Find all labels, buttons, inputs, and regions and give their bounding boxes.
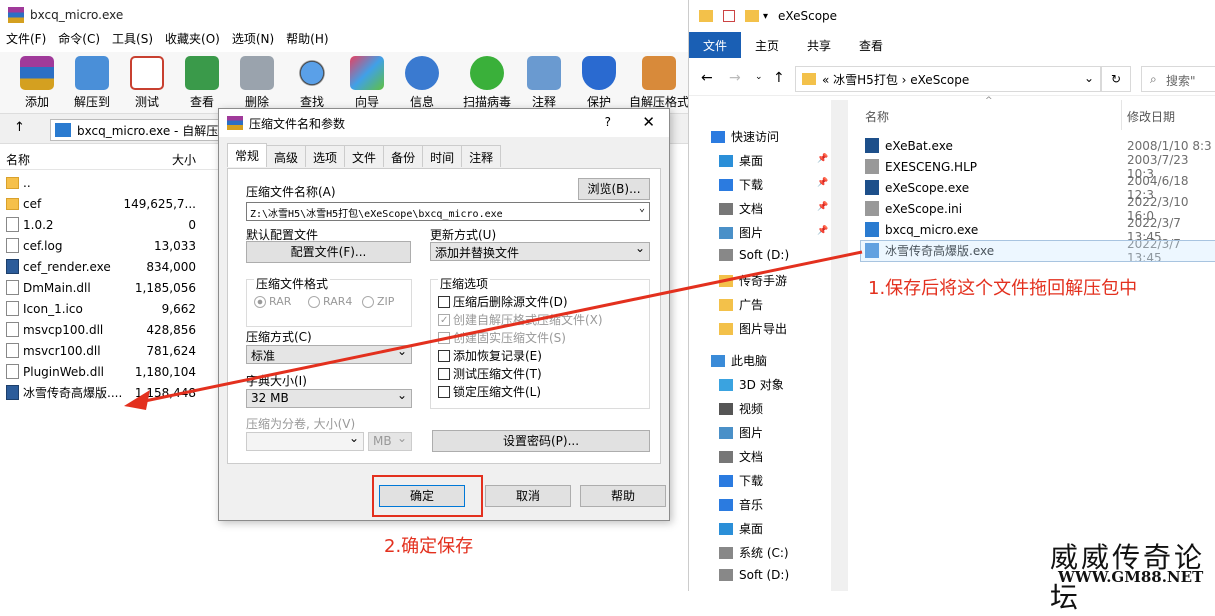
watermark-url: WWW.GM88.NET	[1058, 568, 1204, 586]
arrow-head	[124, 390, 150, 410]
arrow-line	[139, 250, 863, 404]
step1-note: 1.保存后将这个文件拖回解压包中	[868, 278, 1138, 299]
step2-note: 2.确定保存	[384, 536, 474, 557]
